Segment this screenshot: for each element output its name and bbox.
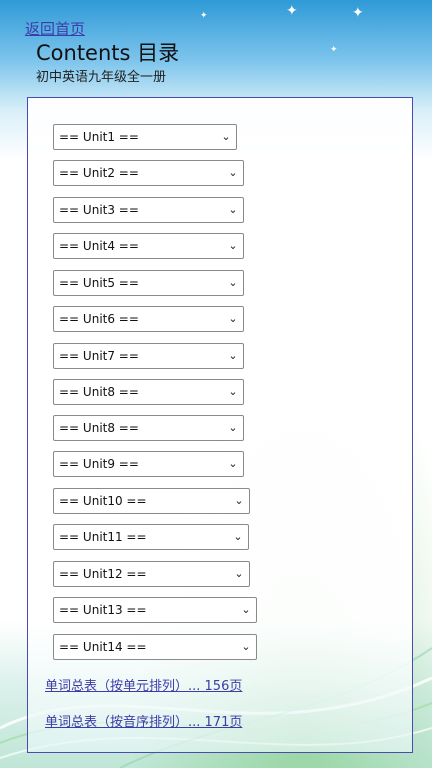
unit-select-value: == Unit14 == [59,640,147,654]
unit-select[interactable]: == Unit6 == ⌄ [53,306,244,332]
chevron-down-icon: ⌄ [241,603,251,616]
unit-select[interactable]: == Unit9 == ⌄ [53,451,244,477]
word-list-by-unit-link[interactable]: 单词总表（按单元排列）... 156页 [45,675,242,694]
unit-select-value: == Unit6 == [59,312,139,326]
unit-select-value: == Unit10 == [59,494,147,508]
chevron-down-icon: ⌄ [228,312,238,325]
page-subtitle: 初中英语九年级全一册 [36,70,167,85]
back-home-link[interactable]: 返回首页 [25,18,85,39]
chevron-down-icon: ⌄ [234,494,244,507]
sparkle-decoration: ✦ [352,5,364,21]
unit-select[interactable]: == Unit5 == ⌄ [53,270,244,296]
chevron-down-icon: ⌄ [241,640,251,653]
chevron-down-icon: ⌄ [233,530,243,543]
unit-select[interactable]: == Unit8 == ⌄ [53,415,244,441]
sparkle-decoration: ✦ [330,45,338,55]
unit-select-value: == Unit8 == [59,385,139,399]
unit-select[interactable]: == Unit4 == ⌄ [53,233,244,259]
chevron-down-icon: ⌄ [228,276,238,289]
chevron-down-icon: ⌄ [228,166,238,179]
unit-select[interactable]: == Unit7 == ⌄ [53,343,244,369]
chevron-down-icon: ⌄ [228,239,238,252]
chevron-down-icon: ⌄ [221,130,231,143]
contents-panel: == Unit1 == ⌄ == Unit2 == ⌄ == Unit3 == … [27,97,413,753]
unit-select-value: == Unit1 == [59,130,139,144]
unit-select-value: == Unit4 == [59,239,139,253]
unit-select[interactable]: == Unit8 == ⌄ [53,379,244,405]
unit-select[interactable]: == Unit10 == ⌄ [53,488,250,514]
chevron-down-icon: ⌄ [228,349,238,362]
unit-select[interactable]: == Unit1 == ⌄ [53,124,237,150]
chevron-down-icon: ⌄ [228,421,238,434]
unit-select-value: == Unit2 == [59,166,139,180]
sparkle-decoration: ✦ [200,11,208,21]
chevron-down-icon: ⌄ [228,457,238,470]
unit-select-value: == Unit3 == [59,203,139,217]
unit-select[interactable]: == Unit13 == ⌄ [53,597,257,623]
word-list-by-alphabet-link[interactable]: 单词总表（按音序排列）... 171页 [45,711,242,730]
unit-select-value: == Unit11 == [59,530,147,544]
unit-select-value: == Unit9 == [59,457,139,471]
chevron-down-icon: ⌄ [234,567,244,580]
unit-select[interactable]: == Unit2 == ⌄ [53,160,244,186]
chevron-down-icon: ⌄ [228,385,238,398]
page-title: Contents 目录 [36,41,180,65]
unit-select-value: == Unit12 == [59,567,147,581]
unit-select-value: == Unit8 == [59,421,139,435]
unit-select-value: == Unit5 == [59,276,139,290]
sparkle-decoration: ✦ [286,3,298,19]
unit-select[interactable]: == Unit12 == ⌄ [53,561,250,587]
unit-select-value: == Unit13 == [59,603,147,617]
unit-select[interactable]: == Unit3 == ⌄ [53,197,244,223]
unit-select[interactable]: == Unit11 == ⌄ [53,524,249,550]
chevron-down-icon: ⌄ [228,203,238,216]
unit-select[interactable]: == Unit14 == ⌄ [53,634,257,660]
unit-select-value: == Unit7 == [59,349,139,363]
